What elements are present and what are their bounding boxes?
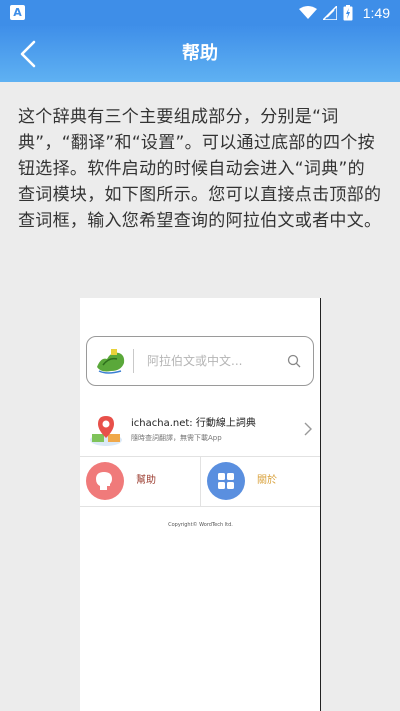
link-title: ichacha.net: 行動線上詞典 bbox=[131, 418, 256, 429]
ichacha-link-row: ichacha.net: 行動線上詞典 隨時查詞翻譯，無需下載App bbox=[80, 408, 320, 456]
search-placeholder: 阿拉伯文或中文... bbox=[147, 354, 243, 368]
dictionary-logo-icon bbox=[97, 349, 125, 374]
status-bar: A 1:49 bbox=[0, 0, 400, 26]
help-tile: 幫助 bbox=[80, 456, 200, 506]
page-title: 帮助 bbox=[182, 43, 218, 64]
divider bbox=[80, 506, 320, 507]
status-time: 1:49 bbox=[362, 5, 390, 21]
head-profile-icon bbox=[96, 472, 112, 490]
about-tile-label: 關於 bbox=[257, 475, 277, 486]
about-circle bbox=[207, 462, 245, 500]
help-tile-label: 幫助 bbox=[136, 475, 156, 486]
app-preview-image: 阿拉伯文或中文... ichacha.net: 行動線上詞典 隨時查詞翻譯，無需… bbox=[80, 298, 321, 711]
search-divider bbox=[133, 349, 134, 373]
map-pin-icon bbox=[90, 416, 122, 446]
battery-charging-icon bbox=[343, 5, 353, 21]
app-bar: 帮助 bbox=[0, 26, 400, 82]
search-box-preview: 阿拉伯文或中文... bbox=[86, 336, 314, 386]
app-notification-icon: A bbox=[10, 5, 25, 20]
link-subtitle: 隨時查詞翻譯，無需下載App bbox=[131, 434, 222, 442]
signal-icon bbox=[322, 6, 337, 20]
chevron-right-icon bbox=[304, 422, 312, 436]
about-tile: 關於 bbox=[201, 456, 320, 506]
status-icons: 1:49 bbox=[298, 3, 390, 23]
wifi-icon bbox=[298, 6, 317, 19]
grid-icon bbox=[218, 473, 234, 489]
help-circle bbox=[86, 462, 124, 500]
help-description: 这个辞典有三个主要组成部分，分别是“词典”，“翻译”和“设置”。可以通过底部的四… bbox=[18, 107, 382, 231]
copyright-text: Copyright© WordTech ltd. bbox=[168, 522, 233, 528]
search-icon bbox=[287, 354, 301, 368]
